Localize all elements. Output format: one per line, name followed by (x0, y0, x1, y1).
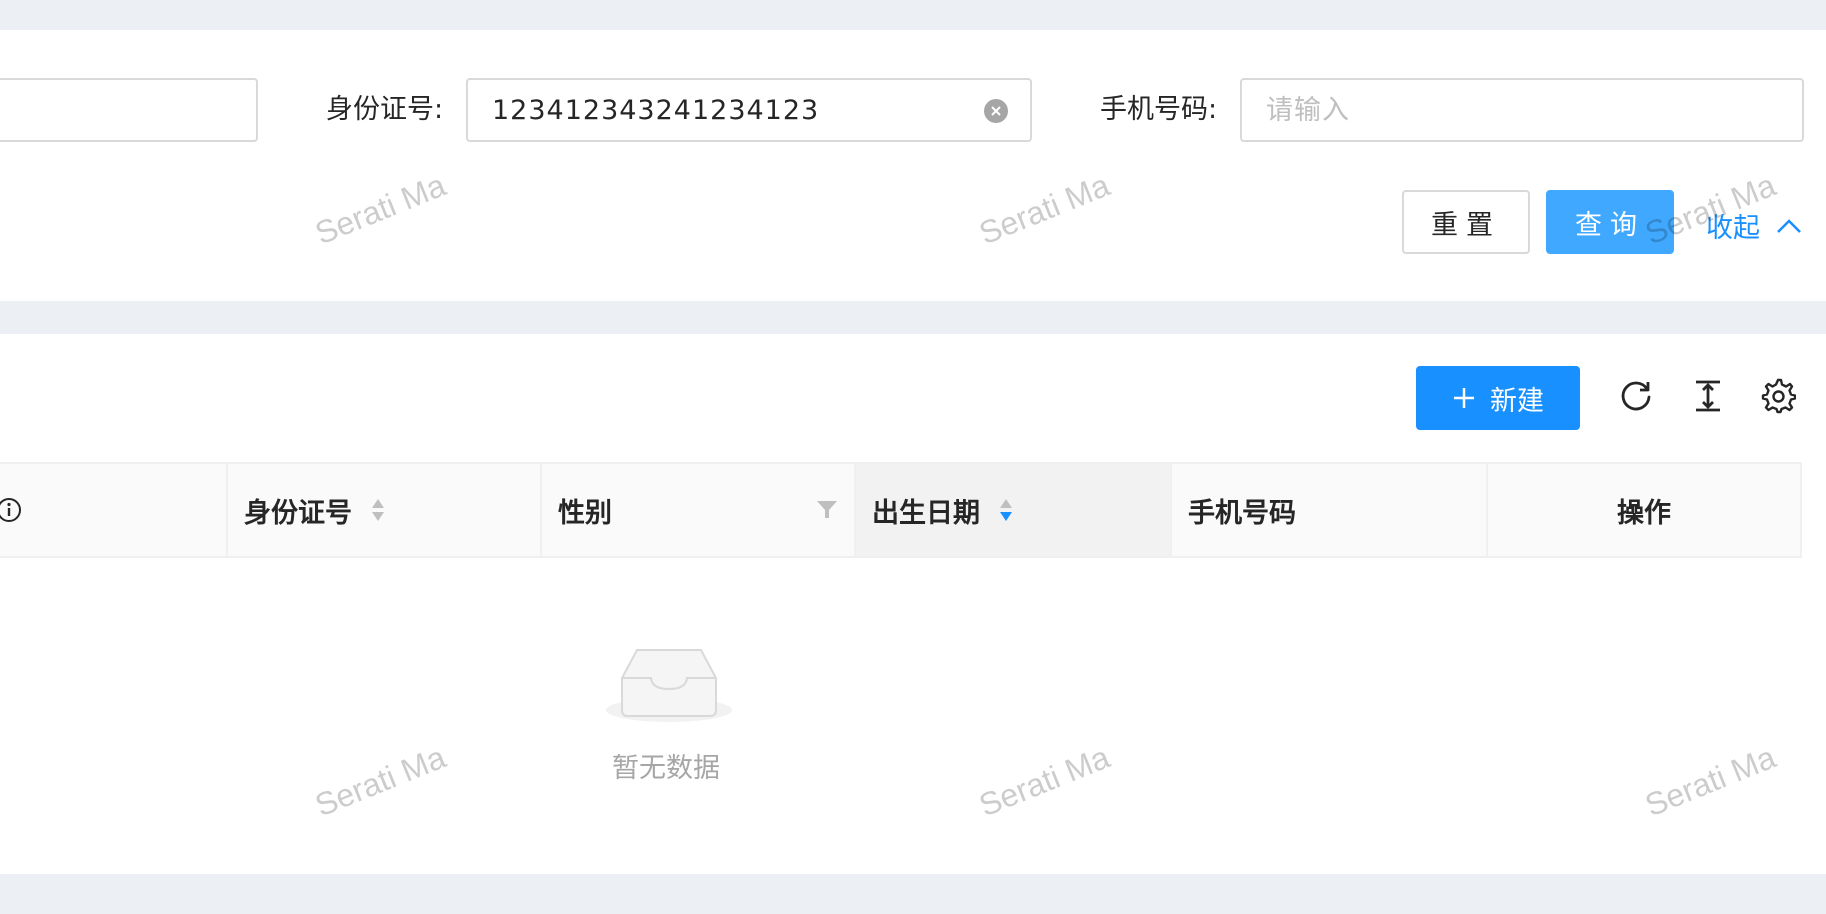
new-button-label: 新建 (1490, 385, 1544, 417)
id-card-label: 身份证号: (326, 94, 444, 125)
reset-button-label: 重置 (1431, 209, 1501, 241)
chevron-up-icon (1777, 218, 1801, 233)
setting-icon[interactable] (1760, 378, 1797, 414)
column-header-label: 手机号码 (1188, 497, 1296, 529)
column-header-label: 性别 (558, 497, 612, 529)
empty-text: 暂无数据 (612, 753, 720, 784)
phone-label: 手机号码: (1100, 94, 1218, 125)
collapse-link[interactable]: 收起 (1706, 206, 1802, 245)
column-header-phone: 手机号码 (1172, 464, 1488, 556)
column-header-id-card[interactable]: 身份证号 (228, 464, 542, 556)
sort-descend-icon[interactable] (998, 497, 1014, 523)
search-form-panel: 身份证号: 手机号码: 重置 查询 收起 (0, 30, 1826, 301)
reset-button[interactable]: 重置 (1402, 190, 1530, 254)
column-header-label: 操作 (1617, 497, 1671, 529)
info-circle-icon[interactable] (0, 497, 22, 523)
empty-inbox-icon (606, 649, 732, 722)
sort-icon[interactable] (370, 497, 386, 523)
query-button[interactable]: 查询 (1546, 190, 1674, 254)
column-header-birth-date[interactable]: 出生日期 (856, 464, 1172, 556)
id-card-input-field[interactable] (492, 80, 974, 140)
phone-input-field[interactable] (1266, 80, 1746, 140)
column-header-gender[interactable]: 性别 (542, 464, 856, 556)
collapse-label: 收起 (1706, 213, 1760, 244)
reload-icon[interactable] (1618, 378, 1654, 414)
column-header-info (0, 464, 228, 556)
column-header-label: 身份证号 (244, 497, 352, 529)
id-card-input[interactable] (466, 78, 1032, 142)
table-empty-state: 暂无数据 (0, 558, 1802, 874)
table-header: 身份证号 性别 出生日期 手机号码 操作 (0, 462, 1802, 558)
query-button-label: 查询 (1575, 209, 1645, 241)
clear-icon[interactable] (984, 99, 1008, 123)
partial-input-field[interactable] (0, 78, 258, 142)
plus-icon (1454, 388, 1474, 408)
phone-input[interactable] (1240, 78, 1804, 142)
new-button[interactable]: 新建 (1416, 366, 1580, 430)
column-header-action: 操作 (1488, 464, 1800, 556)
filter-icon[interactable] (816, 499, 838, 521)
column-height-icon[interactable] (1690, 378, 1726, 414)
column-header-label: 出生日期 (872, 497, 980, 529)
